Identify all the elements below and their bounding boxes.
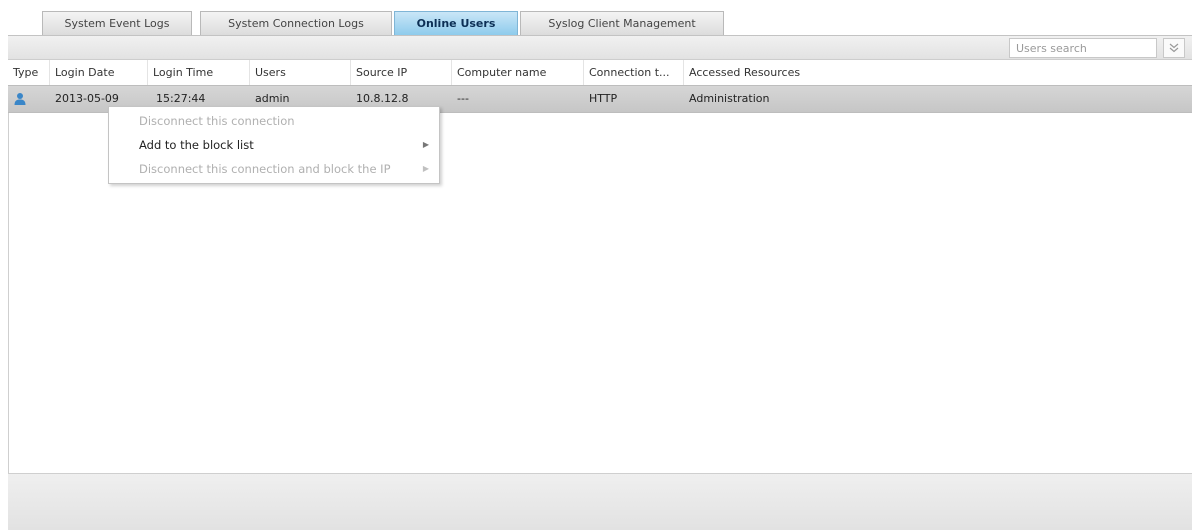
column-header-source-ip[interactable]: Source IP (351, 60, 452, 85)
column-header-users[interactable]: Users (250, 60, 351, 85)
submenu-arrow-icon: ▶ (422, 164, 429, 173)
menu-item-label: Disconnect this connection (139, 114, 295, 128)
context-menu: Disconnect this connection Add to the bl… (108, 106, 440, 184)
tab-bar: System Event Logs System Connection Logs… (8, 8, 1192, 35)
toolbar (8, 35, 1192, 60)
column-header-computer-name[interactable]: Computer name (452, 60, 584, 85)
cell-computer-name: --- (457, 92, 469, 105)
menu-item-disconnect-and-block-ip[interactable]: Disconnect this connection and block the… (109, 157, 439, 181)
menu-item-label: Disconnect this connection and block the… (139, 162, 391, 176)
column-header-accessed-resources[interactable]: Accessed Resources (684, 60, 1192, 85)
tab-syslog-client-management[interactable]: Syslog Client Management (520, 11, 724, 35)
column-header-connection-type[interactable]: Connection t... (584, 60, 684, 85)
bottom-bar (8, 473, 1192, 530)
column-header-type[interactable]: Type (8, 60, 50, 85)
menu-item-add-to-block-list[interactable]: Add to the block list ▶ (109, 133, 439, 157)
users-search-input[interactable] (1009, 38, 1157, 58)
column-header-login-time[interactable]: Login Time (148, 60, 250, 85)
user-icon (13, 92, 27, 106)
column-header-login-date[interactable]: Login Date (50, 60, 148, 85)
tab-system-event-logs[interactable]: System Event Logs (42, 11, 192, 35)
menu-item-disconnect[interactable]: Disconnect this connection (109, 109, 439, 133)
cell-accessed-resources: Administration (689, 92, 770, 105)
tab-online-users[interactable]: Online Users (394, 11, 518, 35)
menu-item-label: Add to the block list (139, 138, 254, 152)
cell-connection-type: HTTP (589, 92, 618, 105)
double-chevron-down-icon[interactable] (1163, 38, 1185, 58)
table-header: Type Login Date Login Time Users Source … (8, 60, 1192, 85)
submenu-arrow-icon: ▶ (422, 140, 429, 149)
tab-system-connection-logs[interactable]: System Connection Logs (200, 11, 392, 35)
